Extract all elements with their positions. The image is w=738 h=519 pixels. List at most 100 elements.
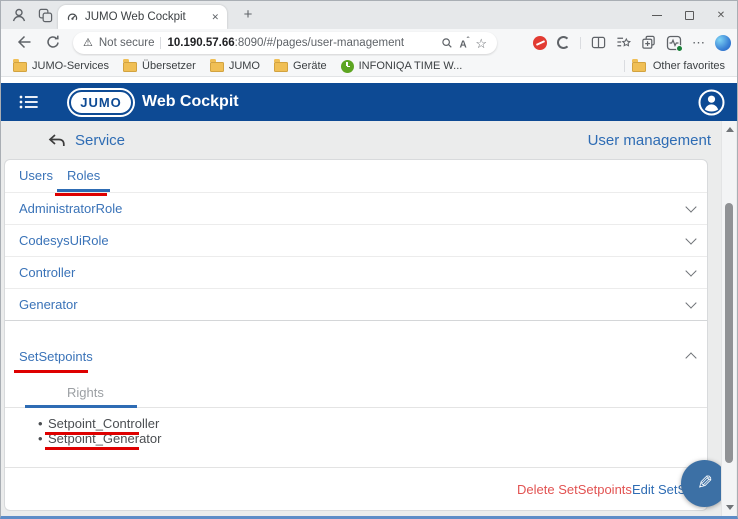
annotation-underline-setpoint-controller [45, 432, 139, 435]
toolbar-right-icons: ⋯ [533, 29, 731, 56]
user-avatar[interactable] [698, 89, 725, 116]
url-host: 10.190.57.66 [167, 37, 234, 49]
chevron-down-icon [685, 201, 696, 212]
role-label: Controller [19, 265, 75, 280]
rights-tab-bar: Rights [5, 376, 707, 408]
folder-icon [123, 62, 137, 72]
divider [160, 37, 161, 49]
folder-icon [274, 62, 288, 72]
close-button[interactable]: ✕ [705, 1, 737, 29]
bookmarks-bar: JUMO-Services Übersetzer JUMO Geräte INF… [1, 56, 737, 77]
bookmark-folder[interactable]: JUMO-Services [13, 60, 109, 72]
menu-icon[interactable] [19, 94, 39, 110]
browser-tab[interactable]: JUMO Web Cockpit ✕ [58, 5, 227, 29]
extension-icon-red[interactable] [533, 36, 547, 50]
role-row-generator[interactable]: Generator [5, 289, 707, 321]
annotation-underline-roles [55, 193, 107, 196]
collections-icon[interactable] [641, 35, 656, 50]
more-menu-icon[interactable]: ⋯ [692, 35, 705, 51]
browser-toolbar: ⚠ Not secure 10.190.57.66:8090/#/pages/u… [1, 29, 737, 56]
delete-setsetpoints-button[interactable]: Delete SetSetpoints [517, 482, 632, 497]
app-header: JUMO Web Cockpit [1, 83, 737, 121]
role-label: Generator [19, 297, 78, 312]
role-row-controller[interactable]: Controller [5, 257, 707, 289]
pencil-icon: ✎ [697, 472, 713, 495]
folder-icon [13, 62, 27, 72]
warning-icon: ⚠ [83, 38, 93, 49]
jumo-logo-text: JUMO [80, 95, 122, 110]
bookmark-label: Geräte [293, 60, 327, 72]
security-label[interactable]: Not secure [99, 37, 155, 49]
rights-list: Setpoint_Controller Setpoint_Generator [5, 416, 707, 446]
app-title: Web Cockpit [142, 93, 239, 111]
read-aloud-icon[interactable]: A [459, 36, 469, 50]
status-dot [676, 45, 683, 52]
favorites-icon[interactable] [616, 35, 631, 50]
clock-icon [341, 60, 354, 73]
folder-icon [210, 62, 224, 72]
tab-roles[interactable]: Roles [67, 162, 100, 192]
bookmark-folder[interactable]: Übersetzer [123, 60, 196, 72]
browser-essentials-icon[interactable] [666, 35, 682, 51]
jumo-logo: JUMO [69, 90, 133, 115]
minimize-button[interactable] [641, 1, 673, 29]
tab-favicon gauge-icon [66, 11, 79, 24]
browser-window: JUMO Web Cockpit ✕ + ✕ ⚠ Not secure 10.1… [0, 0, 738, 519]
back-icon[interactable] [15, 34, 31, 50]
annotation-underline-setpoint-generator [45, 447, 139, 450]
address-bar[interactable]: ⚠ Not secure 10.190.57.66:8090/#/pages/u… [73, 32, 497, 54]
chevron-down-icon [685, 297, 696, 308]
url-text[interactable]: 10.190.57.66:8090/#/pages/user-managemen… [167, 37, 435, 49]
bookmark-label: JUMO-Services [32, 60, 109, 72]
tab-close-icon[interactable]: ✕ [211, 12, 219, 23]
other-favorites[interactable]: Other favorites [624, 60, 725, 72]
role-label: AdministratorRole [19, 201, 122, 216]
expanded-panel-setsetpoints: SetSetpoints Rights Setpoint_Controller … [5, 336, 707, 446]
service-bar: Service User management [1, 121, 737, 159]
active-tab-indicator [25, 405, 137, 408]
scroll-up-icon[interactable] [726, 127, 734, 132]
tab-title: JUMO Web Cockpit [85, 11, 205, 23]
bookmark-link[interactable]: INFONIQA TIME W... [341, 60, 463, 73]
chevron-down-icon [685, 233, 696, 244]
workspaces-icon[interactable] [38, 8, 53, 23]
browser-profile-icon[interactable] [11, 7, 27, 23]
back-arrow-icon[interactable] [47, 133, 66, 148]
page-scrollbar[interactable] [721, 121, 736, 516]
search-icon[interactable] [441, 37, 453, 49]
browser-tab-strip: JUMO Web Cockpit ✕ + ✕ [1, 1, 737, 29]
window-controls: ✕ [641, 1, 737, 29]
annotation-underline-setsetpoints [14, 370, 88, 373]
divider [624, 60, 625, 72]
list-item-right: Setpoint_Generator [48, 431, 707, 446]
page-title: User management [588, 132, 711, 149]
scroll-down-icon[interactable] [726, 505, 734, 510]
copilot-icon[interactable] [715, 35, 731, 51]
breadcrumb[interactable]: Service [75, 132, 125, 149]
bookmark-folder[interactable]: Geräte [274, 60, 327, 72]
bookmark-folder[interactable]: JUMO [210, 60, 260, 72]
tab-bar: Users Roles [5, 160, 707, 193]
tab-rights[interactable]: Rights [67, 385, 104, 400]
role-row-administratorrole[interactable]: AdministratorRole [5, 193, 707, 225]
new-tab-button[interactable]: + [239, 6, 257, 23]
maximize-button[interactable] [673, 1, 705, 29]
bookmark-label: Übersetzer [142, 60, 196, 72]
roles-card: Users Roles AdministratorRole CodesysUiR… [4, 159, 708, 511]
divider [580, 37, 581, 49]
list-item-right: Setpoint_Controller [48, 416, 707, 431]
role-row-codesysuirole[interactable]: CodesysUiRole [5, 225, 707, 257]
refresh-icon[interactable] [45, 34, 61, 50]
favorite-star-icon[interactable]: ☆ [475, 37, 487, 50]
extension-icon-gray[interactable] [557, 36, 570, 49]
split-screen-icon[interactable] [591, 35, 606, 50]
bookmark-label: INFONIQA TIME W... [359, 60, 463, 72]
folder-icon [632, 62, 646, 72]
role-label: SetSetpoints [19, 349, 93, 364]
tab-users[interactable]: Users [19, 162, 53, 192]
scrollbar-thumb[interactable] [725, 203, 733, 463]
card-footer: Delete SetSetpoints Edit SetSetpoints [5, 467, 707, 510]
role-row-setsetpoints[interactable]: SetSetpoints [5, 336, 707, 376]
chevron-down-icon [685, 265, 696, 276]
role-label: CodesysUiRole [19, 233, 109, 248]
